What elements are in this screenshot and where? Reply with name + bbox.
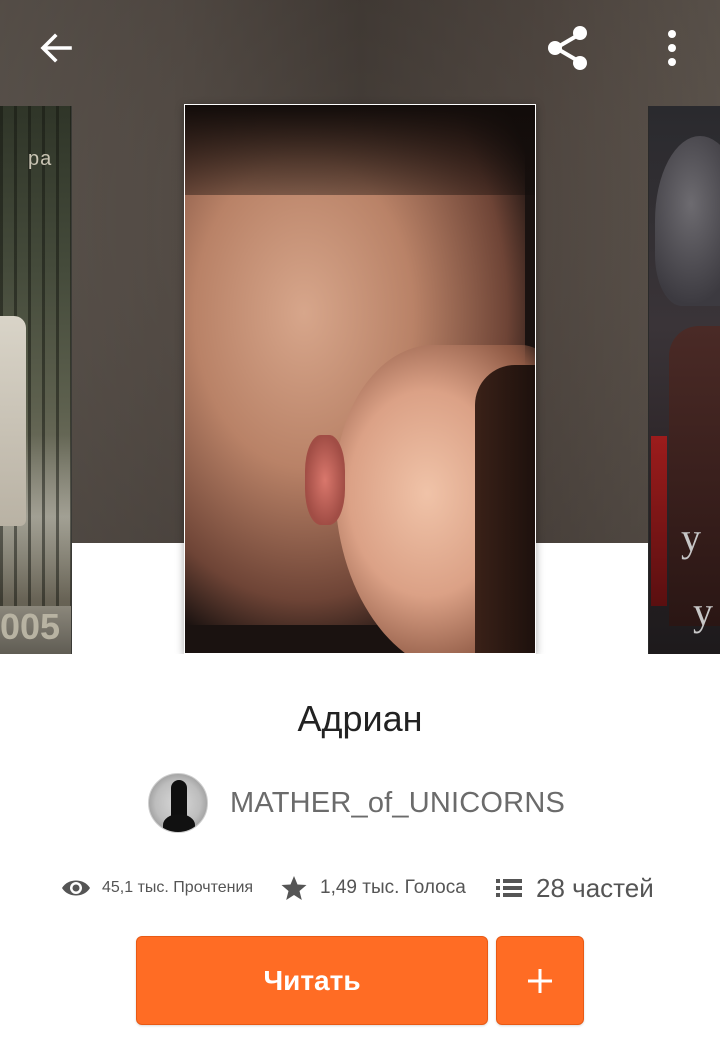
add-to-library-button[interactable] bbox=[496, 936, 584, 1025]
reads-stat: 45,1 тыс. Прочтения bbox=[60, 868, 253, 908]
cover-current[interactable] bbox=[184, 104, 536, 654]
plus-icon bbox=[528, 968, 552, 993]
cover-next-text-2: у bbox=[693, 589, 713, 634]
back-button[interactable] bbox=[26, 18, 86, 78]
story-actions: Читать bbox=[0, 936, 720, 1026]
reads-count: 45,1 тыс. Прочтения bbox=[102, 879, 254, 896]
votes-stat: 1,49 тыс. Голоса bbox=[280, 868, 466, 908]
author-name: MATHER_of_UNICORNS bbox=[230, 786, 566, 819]
story-details: Адриан MATHER_of_UNICORNS 45,1 тыс. Проч… bbox=[0, 654, 720, 1044]
story-stats: 45,1 тыс. Прочтения 1,49 тыс. Голоса 28 … bbox=[0, 868, 720, 908]
cover-art-red-cloth bbox=[651, 436, 667, 606]
cover-previous-text-bottom: 005 bbox=[0, 606, 61, 647]
eye-icon bbox=[62, 880, 90, 896]
parts-count: 28 частей bbox=[536, 872, 654, 903]
avatar bbox=[148, 773, 208, 833]
arrow-left-icon bbox=[40, 33, 72, 63]
cover-art-hood bbox=[655, 136, 720, 306]
author-link[interactable]: MATHER_of_UNICORNS bbox=[148, 772, 565, 834]
cover-next-text-1: у bbox=[681, 515, 701, 560]
more-vertical-icon bbox=[668, 30, 676, 66]
share-button[interactable] bbox=[538, 18, 598, 78]
list-icon bbox=[496, 879, 522, 897]
toolbar bbox=[0, 0, 720, 96]
story-title: Адриан bbox=[297, 698, 423, 739]
votes-count: 1,49 тыс. Голоса bbox=[320, 877, 466, 898]
cover-previous[interactable]: ра 005 bbox=[0, 106, 72, 654]
cover-art-figure bbox=[0, 316, 26, 526]
share-icon bbox=[548, 26, 587, 70]
avatar-silhouette-base bbox=[163, 814, 195, 832]
star-icon bbox=[281, 876, 307, 900]
story-details-screen: ра 005 у у Адриан MATHER_of_UNICORNS 45,… bbox=[0, 0, 720, 1044]
more-options-button[interactable] bbox=[642, 18, 702, 78]
cover-art-hair bbox=[669, 326, 720, 626]
cover-art-hair bbox=[185, 105, 535, 195]
cover-art-hair-right bbox=[475, 365, 535, 653]
parts-stat[interactable]: 28 частей bbox=[494, 868, 654, 908]
read-button[interactable]: Читать bbox=[136, 936, 488, 1025]
cover-previous-text-top: ра bbox=[28, 148, 53, 170]
cover-next[interactable]: у у bbox=[648, 106, 720, 654]
cover-art-lips bbox=[305, 435, 345, 525]
